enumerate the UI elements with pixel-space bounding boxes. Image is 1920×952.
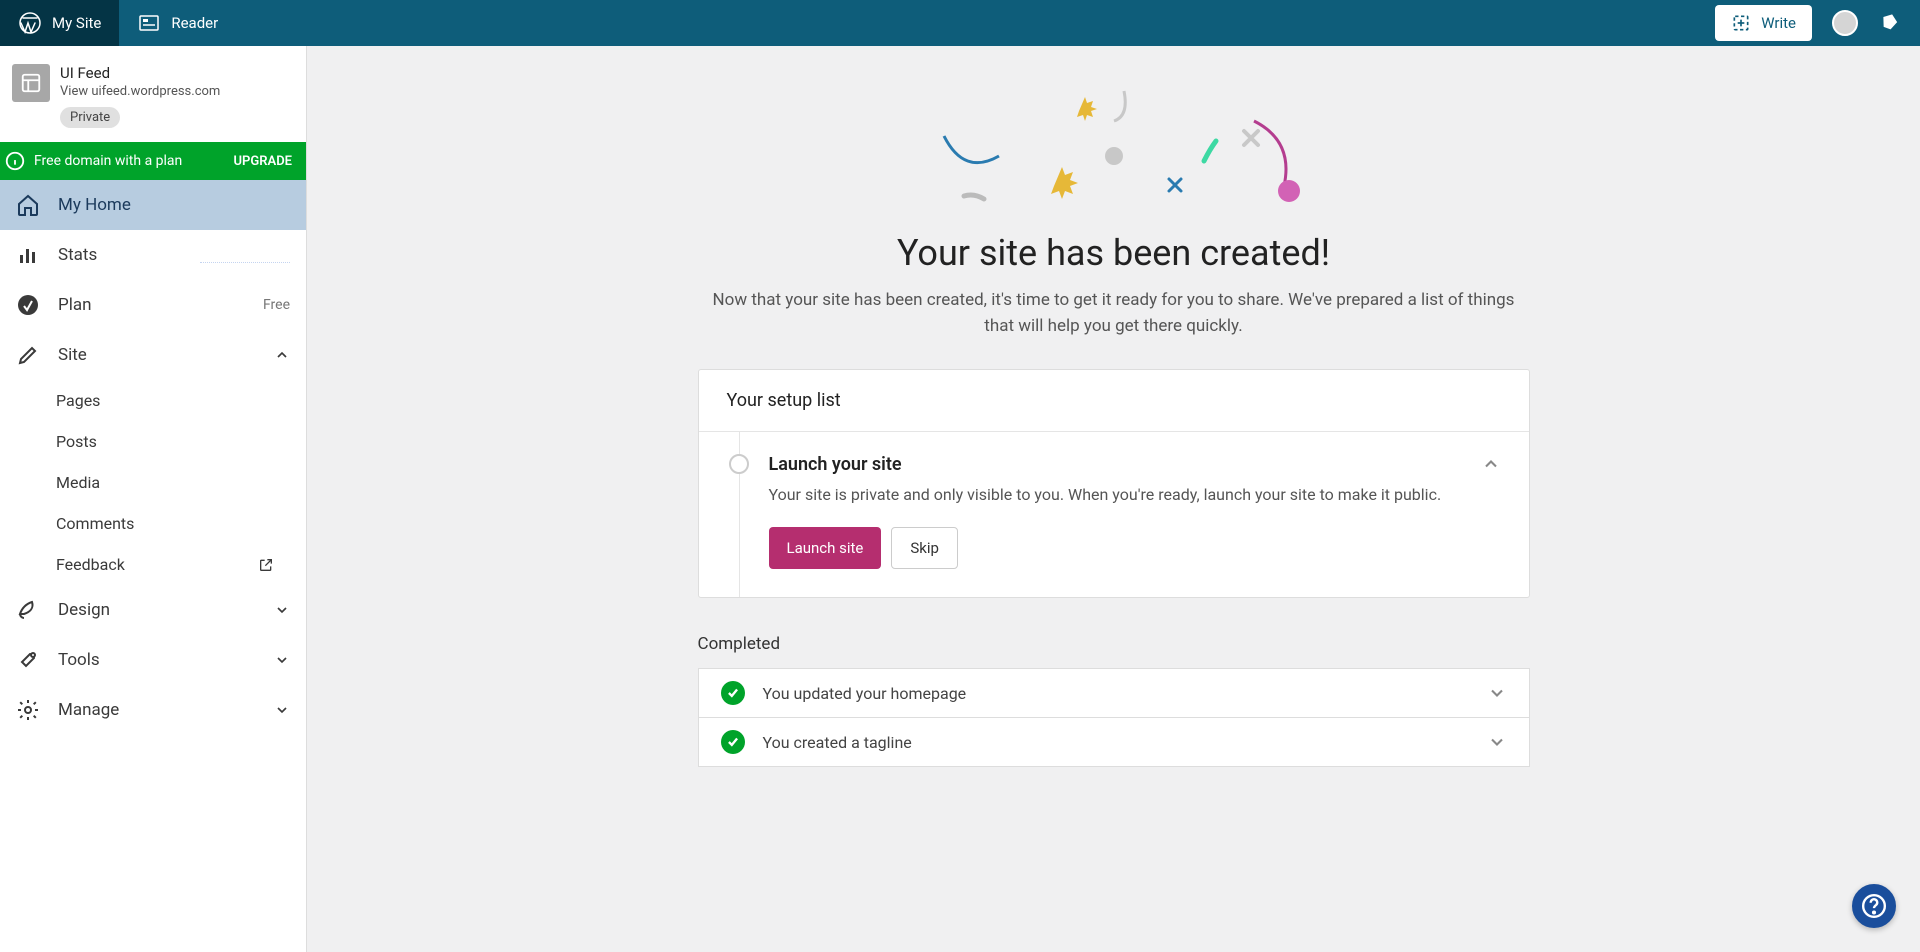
home-icon [16,193,40,217]
setup-header: Your setup list [699,370,1529,432]
tab-my-site[interactable]: My Site [0,0,119,46]
completed-item-label: You created a tagline [763,733,912,752]
check-icon [721,730,745,754]
setup-card: Your setup list Launch your site Your si… [698,369,1530,598]
topbar: My Site Reader Write [0,0,1920,46]
nav-site[interactable]: Site [0,330,306,380]
chevron-down-icon [1487,732,1507,752]
check-icon [721,681,745,705]
nav-posts[interactable]: Posts [56,421,306,462]
upgrade-banner[interactable]: Free domain with a plan UPGRADE [0,142,306,180]
nav-pages-label: Pages [56,391,100,410]
topbar-left: My Site Reader [0,0,236,46]
pencil-icon [16,343,40,367]
hero-title: Your site has been created! [698,232,1530,274]
help-button[interactable] [1852,884,1896,928]
chevron-down-icon [1487,683,1507,703]
info-icon [4,150,26,172]
design-icon [16,598,40,622]
upgrade-cta: UPGRADE [234,154,292,169]
nav-design-label: Design [58,600,110,620]
skip-button[interactable]: Skip [891,527,958,569]
chevron-down-icon [274,702,290,718]
hero-subtitle: Now that your site has been created, it'… [698,288,1530,339]
nav-design[interactable]: Design [0,585,306,635]
nav-stats[interactable]: Stats [0,230,306,280]
completed-heading: Completed [698,634,1530,654]
nav-comments-label: Comments [56,514,134,533]
completed-item-tagline[interactable]: You created a tagline [698,718,1530,767]
nav-stats-label: Stats [58,245,97,265]
tab-reader-label: Reader [171,14,218,32]
chevron-up-icon[interactable] [1481,454,1501,569]
nav-feedback-label: Feedback [56,555,125,574]
tab-my-site-label: My Site [52,14,101,32]
wordpress-icon [18,11,42,35]
wrench-icon [16,648,40,672]
nav-media[interactable]: Media [56,462,306,503]
hero: Your site has been created! Now that you… [698,86,1530,339]
nav-comments[interactable]: Comments [56,503,306,544]
write-icon [1731,13,1751,33]
notification-icon[interactable] [1878,12,1900,34]
completed-item-label: You updated your homepage [763,684,967,703]
nav-site-children: Pages Posts Media Comments Feedback [0,380,306,585]
nav-site-label: Site [58,345,87,365]
site-info: UI Feed View uifeed.wordpress.com Privat… [60,64,220,128]
chevron-up-icon [274,347,290,363]
task-status-circle [729,454,749,474]
write-button[interactable]: Write [1715,5,1812,41]
nav-plan-label: Plan [58,295,92,315]
site-url: View uifeed.wordpress.com [60,84,220,99]
site-header[interactable]: UI Feed View uifeed.wordpress.com Privat… [0,46,306,142]
stats-sparkline [200,247,290,263]
nav-tools[interactable]: Tools [0,635,306,685]
site-name: UI Feed [60,64,220,82]
reader-icon [137,11,161,35]
completed-item-homepage[interactable]: You updated your homepage [698,668,1530,718]
nav-manage-label: Manage [58,700,119,720]
plan-trailing: Free [263,297,290,313]
task-desc: Your site is private and only visible to… [769,483,1461,507]
nav-my-home[interactable]: My Home [0,180,306,230]
nav-tools-label: Tools [58,650,100,670]
completed-section: Completed You updated your homepage You … [698,634,1530,767]
nav-plan[interactable]: Plan Free [0,280,306,330]
confetti-illustration [698,86,1530,216]
nav-media-label: Media [56,473,100,492]
sidebar-nav: My Home Stats Plan Free Site Pag [0,180,306,952]
main-content: Your site has been created! Now that you… [307,46,1920,952]
gear-icon [16,698,40,722]
chevron-down-icon [274,602,290,618]
upgrade-text: Free domain with a plan [34,153,182,169]
sidebar: UI Feed View uifeed.wordpress.com Privat… [0,46,307,952]
nav-posts-label: Posts [56,432,97,451]
external-link-icon [258,557,274,573]
task-launch: Launch your site Your site is private an… [699,432,1529,597]
topbar-right: Write [1715,5,1920,41]
nav-pages[interactable]: Pages [56,380,306,421]
chevron-down-icon [274,652,290,668]
plan-icon [16,293,40,317]
site-privacy-badge: Private [60,107,120,128]
nav-feedback[interactable]: Feedback [56,544,306,585]
write-label: Write [1761,14,1796,32]
stats-icon [16,243,40,267]
user-avatar[interactable] [1832,10,1858,36]
tab-reader[interactable]: Reader [119,0,236,46]
task-title: Launch your site [769,454,1461,475]
site-thumbnail [12,64,50,102]
nav-my-home-label: My Home [58,195,131,215]
nav-manage[interactable]: Manage [0,685,306,735]
launch-site-button[interactable]: Launch site [769,527,882,569]
